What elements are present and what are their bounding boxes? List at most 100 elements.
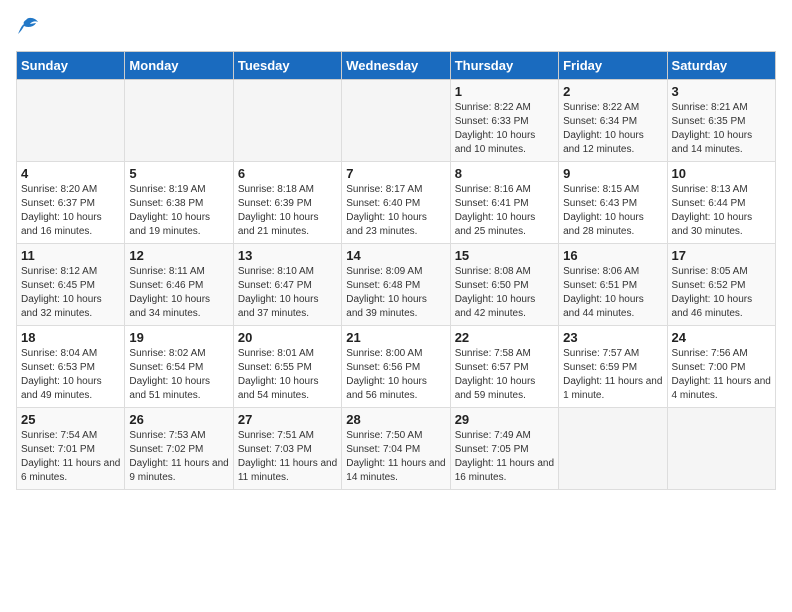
day-info: Sunrise: 8:17 AM Sunset: 6:40 PM Dayligh… bbox=[346, 183, 445, 239]
day-number: 9 bbox=[563, 166, 662, 181]
day-info: Sunrise: 8:19 AM Sunset: 6:38 PM Dayligh… bbox=[129, 183, 228, 239]
day-info: Sunrise: 8:22 AM Sunset: 6:34 PM Dayligh… bbox=[563, 101, 662, 157]
day-info: Sunrise: 8:09 AM Sunset: 6:48 PM Dayligh… bbox=[346, 265, 445, 321]
day-number: 28 bbox=[346, 412, 445, 427]
day-info: Sunrise: 8:12 AM Sunset: 6:45 PM Dayligh… bbox=[21, 265, 120, 321]
day-number: 1 bbox=[455, 84, 554, 99]
calendar-cell bbox=[559, 408, 667, 490]
day-info: Sunrise: 8:20 AM Sunset: 6:37 PM Dayligh… bbox=[21, 183, 120, 239]
day-number: 14 bbox=[346, 248, 445, 263]
calendar-table: SundayMondayTuesdayWednesdayThursdayFrid… bbox=[16, 51, 776, 490]
day-info: Sunrise: 8:04 AM Sunset: 6:53 PM Dayligh… bbox=[21, 347, 120, 403]
day-number: 3 bbox=[672, 84, 771, 99]
calendar-cell: 22 Sunrise: 7:58 AM Sunset: 6:57 PM Dayli… bbox=[450, 326, 558, 408]
day-info: Sunrise: 8:18 AM Sunset: 6:39 PM Dayligh… bbox=[238, 183, 337, 239]
day-number: 17 bbox=[672, 248, 771, 263]
calendar-cell: 2 Sunrise: 8:22 AM Sunset: 6:34 PM Daylig… bbox=[559, 80, 667, 162]
weekday-header-monday: Monday bbox=[125, 52, 233, 80]
calendar-cell bbox=[17, 80, 125, 162]
page-header bbox=[16, 16, 776, 41]
calendar-header-row: SundayMondayTuesdayWednesdayThursdayFrid… bbox=[17, 52, 776, 80]
day-number: 5 bbox=[129, 166, 228, 181]
day-number: 16 bbox=[563, 248, 662, 263]
calendar-cell: 18 Sunrise: 8:04 AM Sunset: 6:53 PM Dayli… bbox=[17, 326, 125, 408]
day-info: Sunrise: 7:51 AM Sunset: 7:03 PM Dayligh… bbox=[238, 429, 337, 485]
day-number: 12 bbox=[129, 248, 228, 263]
day-info: Sunrise: 7:57 AM Sunset: 6:59 PM Dayligh… bbox=[563, 347, 662, 403]
calendar-cell: 20 Sunrise: 8:01 AM Sunset: 6:55 PM Dayli… bbox=[233, 326, 341, 408]
calendar-cell: 5 Sunrise: 8:19 AM Sunset: 6:38 PM Daylig… bbox=[125, 162, 233, 244]
day-number: 10 bbox=[672, 166, 771, 181]
calendar-cell: 12 Sunrise: 8:11 AM Sunset: 6:46 PM Dayli… bbox=[125, 244, 233, 326]
calendar-cell: 28 Sunrise: 7:50 AM Sunset: 7:04 PM Dayli… bbox=[342, 408, 450, 490]
calendar-cell: 6 Sunrise: 8:18 AM Sunset: 6:39 PM Daylig… bbox=[233, 162, 341, 244]
calendar-cell bbox=[233, 80, 341, 162]
day-info: Sunrise: 8:21 AM Sunset: 6:35 PM Dayligh… bbox=[672, 101, 771, 157]
calendar-week-row: 25 Sunrise: 7:54 AM Sunset: 7:01 PM Dayli… bbox=[17, 408, 776, 490]
day-number: 18 bbox=[21, 330, 120, 345]
day-info: Sunrise: 8:02 AM Sunset: 6:54 PM Dayligh… bbox=[129, 347, 228, 403]
day-info: Sunrise: 8:01 AM Sunset: 6:55 PM Dayligh… bbox=[238, 347, 337, 403]
day-number: 6 bbox=[238, 166, 337, 181]
calendar-cell: 21Sunrise: 8:00 AM Sunset: 6:56 PM Dayli… bbox=[342, 326, 450, 408]
day-number: 26 bbox=[129, 412, 228, 427]
day-info: Sunrise: 8:22 AM Sunset: 6:33 PM Dayligh… bbox=[455, 101, 554, 157]
calendar-week-row: 4 Sunrise: 8:20 AM Sunset: 6:37 PM Daylig… bbox=[17, 162, 776, 244]
day-info: Sunrise: 7:49 AM Sunset: 7:05 PM Dayligh… bbox=[455, 429, 554, 485]
calendar-week-row: 18 Sunrise: 8:04 AM Sunset: 6:53 PM Dayli… bbox=[17, 326, 776, 408]
calendar-cell bbox=[342, 80, 450, 162]
day-info: Sunrise: 8:00 AM Sunset: 6:56 PM Dayligh… bbox=[346, 347, 445, 403]
logo-bird-icon bbox=[18, 16, 40, 41]
day-info: Sunrise: 8:11 AM Sunset: 6:46 PM Dayligh… bbox=[129, 265, 228, 321]
calendar-cell: 26Sunrise: 7:53 AM Sunset: 7:02 PM Dayli… bbox=[125, 408, 233, 490]
day-info: Sunrise: 8:10 AM Sunset: 6:47 PM Dayligh… bbox=[238, 265, 337, 321]
calendar-cell: 25 Sunrise: 7:54 AM Sunset: 7:01 PM Dayli… bbox=[17, 408, 125, 490]
calendar-cell: 9Sunrise: 8:15 AM Sunset: 6:43 PM Daylig… bbox=[559, 162, 667, 244]
calendar-cell: 19 Sunrise: 8:02 AM Sunset: 6:54 PM Dayli… bbox=[125, 326, 233, 408]
calendar-cell: 15Sunrise: 8:08 AM Sunset: 6:50 PM Dayli… bbox=[450, 244, 558, 326]
calendar-cell bbox=[125, 80, 233, 162]
calendar-cell: 17Sunrise: 8:05 AM Sunset: 6:52 PM Dayli… bbox=[667, 244, 775, 326]
day-info: Sunrise: 8:16 AM Sunset: 6:41 PM Dayligh… bbox=[455, 183, 554, 239]
calendar-cell: 8 Sunrise: 8:16 AM Sunset: 6:41 PM Daylig… bbox=[450, 162, 558, 244]
day-info: Sunrise: 7:54 AM Sunset: 7:01 PM Dayligh… bbox=[21, 429, 120, 485]
calendar-cell: 29 Sunrise: 7:49 AM Sunset: 7:05 PM Dayli… bbox=[450, 408, 558, 490]
calendar-cell: 27 Sunrise: 7:51 AM Sunset: 7:03 PM Dayli… bbox=[233, 408, 341, 490]
weekday-header-saturday: Saturday bbox=[667, 52, 775, 80]
calendar-week-row: 1 Sunrise: 8:22 AM Sunset: 6:33 PM Daylig… bbox=[17, 80, 776, 162]
weekday-header-tuesday: Tuesday bbox=[233, 52, 341, 80]
calendar-cell: 4 Sunrise: 8:20 AM Sunset: 6:37 PM Daylig… bbox=[17, 162, 125, 244]
calendar-cell: 13 Sunrise: 8:10 AM Sunset: 6:47 PM Dayli… bbox=[233, 244, 341, 326]
day-number: 11 bbox=[21, 248, 120, 263]
day-number: 23 bbox=[563, 330, 662, 345]
calendar-cell: 16 Sunrise: 8:06 AM Sunset: 6:51 PM Dayli… bbox=[559, 244, 667, 326]
day-number: 8 bbox=[455, 166, 554, 181]
day-info: Sunrise: 7:50 AM Sunset: 7:04 PM Dayligh… bbox=[346, 429, 445, 485]
day-number: 29 bbox=[455, 412, 554, 427]
day-number: 13 bbox=[238, 248, 337, 263]
day-number: 22 bbox=[455, 330, 554, 345]
calendar-cell: 10 Sunrise: 8:13 AM Sunset: 6:44 PM Dayli… bbox=[667, 162, 775, 244]
calendar-cell: 14 Sunrise: 8:09 AM Sunset: 6:48 PM Dayli… bbox=[342, 244, 450, 326]
day-info: Sunrise: 8:06 AM Sunset: 6:51 PM Dayligh… bbox=[563, 265, 662, 321]
day-info: Sunrise: 7:56 AM Sunset: 7:00 PM Dayligh… bbox=[672, 347, 771, 403]
day-number: 4 bbox=[21, 166, 120, 181]
calendar-cell: 24Sunrise: 7:56 AM Sunset: 7:00 PM Dayli… bbox=[667, 326, 775, 408]
day-number: 2 bbox=[563, 84, 662, 99]
day-number: 25 bbox=[21, 412, 120, 427]
day-number: 20 bbox=[238, 330, 337, 345]
weekday-header-friday: Friday bbox=[559, 52, 667, 80]
calendar-cell: 1 Sunrise: 8:22 AM Sunset: 6:33 PM Daylig… bbox=[450, 80, 558, 162]
day-number: 27 bbox=[238, 412, 337, 427]
logo bbox=[16, 16, 40, 41]
weekday-header-thursday: Thursday bbox=[450, 52, 558, 80]
calendar-cell: 3 Sunrise: 8:21 AM Sunset: 6:35 PM Daylig… bbox=[667, 80, 775, 162]
calendar-cell: 11 Sunrise: 8:12 AM Sunset: 6:45 PM Dayli… bbox=[17, 244, 125, 326]
day-number: 7 bbox=[346, 166, 445, 181]
day-info: Sunrise: 7:58 AM Sunset: 6:57 PM Dayligh… bbox=[455, 347, 554, 403]
day-number: 19 bbox=[129, 330, 228, 345]
day-info: Sunrise: 8:13 AM Sunset: 6:44 PM Dayligh… bbox=[672, 183, 771, 239]
calendar-week-row: 11 Sunrise: 8:12 AM Sunset: 6:45 PM Dayli… bbox=[17, 244, 776, 326]
day-number: 15 bbox=[455, 248, 554, 263]
calendar-cell: 23 Sunrise: 7:57 AM Sunset: 6:59 PM Dayli… bbox=[559, 326, 667, 408]
